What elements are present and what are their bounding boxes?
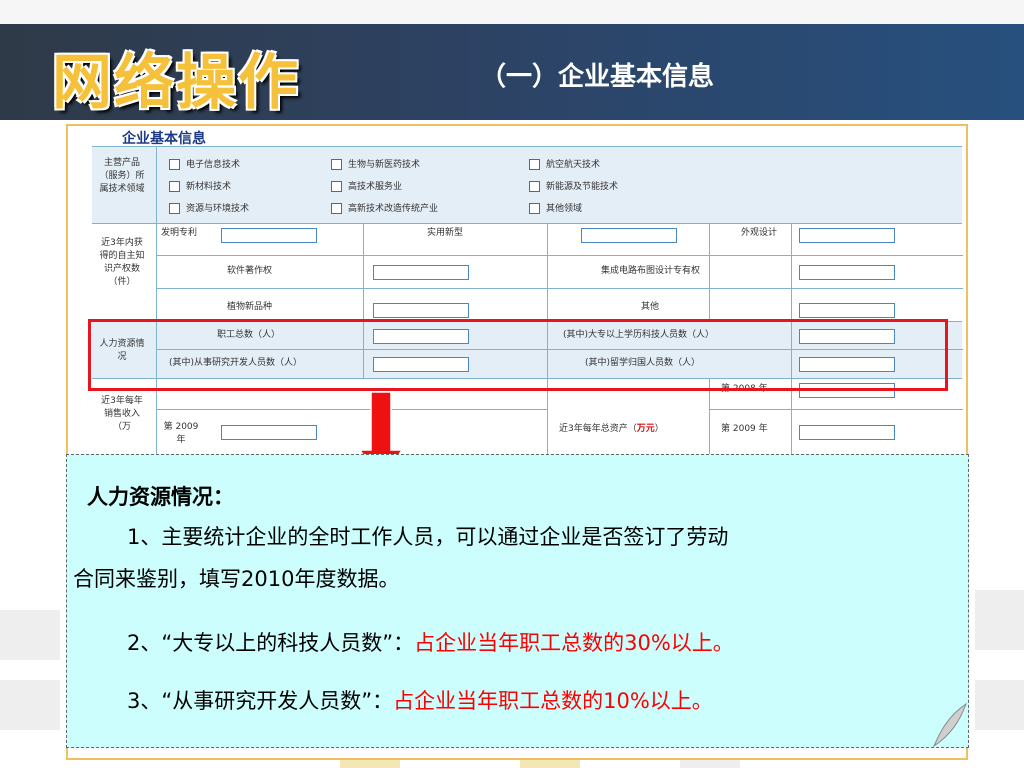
ip-plant-input[interactable] (373, 303, 469, 318)
ip-section: 近3年内获得的自主知识产权数（件） 发明专利 实用新型 外观设计 软件著作权 集… (92, 223, 963, 322)
sales-section: 近3年每年销售收入（万 第 2009 年 第 2008 年 近3年每年总资产（万… (92, 379, 963, 460)
slide-subtitle: （一）企业基本信息 (480, 62, 715, 92)
ip-design-label: 外观设计 (741, 228, 778, 238)
ip-software-input[interactable] (373, 265, 469, 280)
checkbox-energy[interactable]: 新能源及节能技术 (529, 179, 618, 192)
note-item-2: 2、“大专以上的科技人员数”：占企业当年职工总数的30%以上。 (127, 631, 734, 655)
ip-label: 近3年内获得的自主知识产权数（件） (99, 238, 145, 287)
assets-2009-input[interactable] (799, 425, 895, 440)
ip-other-label: 其他 (641, 302, 660, 312)
note-item-1-line-2: 合同来鉴别，填写2010年度数据。 (73, 567, 400, 591)
checkbox-materials[interactable]: 新材料技术 (169, 179, 231, 192)
form-title: 企业基本信息 (122, 131, 206, 147)
note-item-1-line-1: 1、主要统计企业的全时工作人员，可以通过企业是否签订了劳动 (127, 525, 729, 549)
assets-label: 近3年每年总资产（万元） (559, 424, 664, 434)
note-item-3-emphasis: 占企业当年职工总数的10%以上。 (393, 689, 713, 713)
sales-label: 近3年每年销售收入（万 (101, 396, 143, 432)
note-item-3: 3、“从事研究开发人员数”：占企业当年职工总数的10%以上。 (127, 689, 713, 713)
checkbox-biotech[interactable]: 生物与新医药技术 (331, 157, 420, 170)
main-products-label: 主营产品（服务）所属技术领域 (99, 158, 145, 194)
checkbox-electronic[interactable]: 电子信息技术 (169, 157, 240, 170)
page-curl-icon (932, 702, 968, 748)
ip-circuit-input[interactable] (799, 265, 895, 280)
checkbox-traditional-upgrade[interactable]: 高新技术改造传统产业 (331, 201, 438, 214)
ip-utility-label: 实用新型 (427, 228, 464, 238)
tech-field-row: 主营产品（服务）所属技术领域 电子信息技术 生物与新医药技术 航空航天技术 新材… (92, 146, 962, 224)
ip-circuit-label: 集成电路布图设计专有权 (601, 266, 701, 276)
hr-highlight-box (88, 319, 948, 391)
ip-utility-input[interactable] (581, 228, 677, 243)
ip-software-label: 软件著作权 (227, 266, 273, 276)
hr-note-panel: 人力资源情况： 1、主要统计企业的全时工作人员，可以通过企业是否签订了劳动 合同… (66, 454, 969, 748)
ip-design-input[interactable] (799, 228, 895, 243)
checkbox-environment[interactable]: 资源与环境技术 (169, 201, 249, 214)
checkbox-hightech-service[interactable]: 高技术服务业 (331, 179, 402, 192)
ip-plant-label: 植物新品种 (227, 302, 273, 312)
ip-invention-label: 发明专利 (161, 228, 198, 238)
ip-invention-input[interactable] (221, 228, 317, 243)
sales-2009-input[interactable] (221, 425, 317, 440)
ip-other-input[interactable] (799, 303, 895, 318)
note-heading: 人力资源情况： (87, 485, 234, 509)
note-item-2-emphasis: 占企业当年职工总数的30%以上。 (414, 631, 734, 655)
top-strip (0, 0, 1024, 24)
checkbox-other[interactable]: 其他领域 (529, 201, 582, 214)
sales-year-2009-label: 第 2009 年 (163, 422, 199, 445)
logo-title: 网络操作 (52, 48, 300, 118)
checkbox-aerospace[interactable]: 航空航天技术 (529, 157, 600, 170)
assets-year-2009-label: 第 2009 年 (721, 424, 768, 434)
